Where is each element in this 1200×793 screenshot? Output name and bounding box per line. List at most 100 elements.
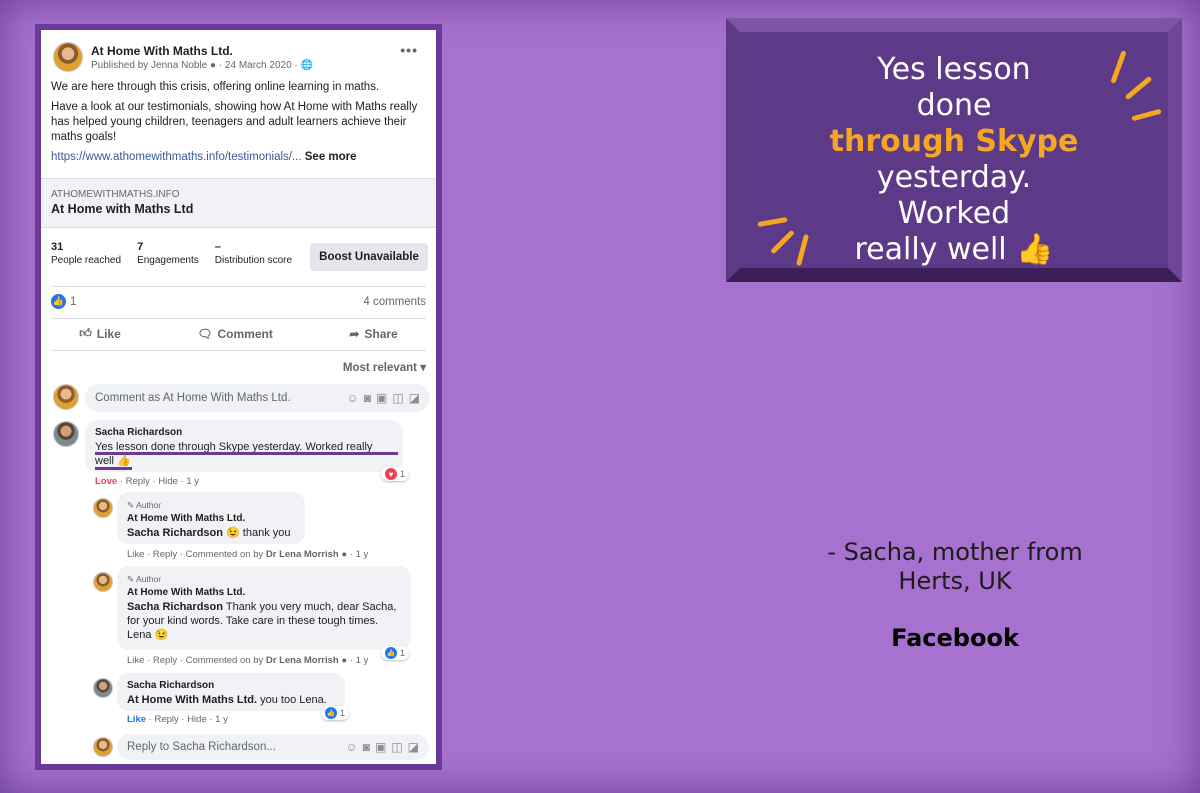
link-domain: ATHOMEWITHMATHS.INFO — [51, 189, 180, 200]
comment-author[interactable]: Sacha Richardson — [95, 426, 393, 440]
reply-placeholder: Reply to Sacha Richardson... — [127, 741, 276, 753]
post-insights: 31 People reached 7 Engagements – Distri… — [51, 241, 308, 266]
commenter-name[interactable]: Dr Lena Morrish — [266, 655, 339, 666]
reaction-count: 1 — [340, 708, 346, 718]
reply-input[interactable]: Reply to Sacha Richardson... ☺ ◙ ▣ ◫ ◪ — [117, 734, 429, 760]
pencil-icon: ✎ — [127, 500, 135, 510]
emoji-icon[interactable]: ☺ — [346, 391, 358, 405]
reply-author[interactable]: Sacha Richardson — [127, 679, 335, 693]
reply-author[interactable]: At Home With Maths Ltd. — [127, 512, 295, 526]
love-link[interactable]: Love — [95, 476, 117, 487]
page-name[interactable]: At Home With Maths Ltd. — [91, 44, 313, 58]
comment-meta: Love · Reply · Hide · 1 y — [95, 476, 199, 487]
reply-bubble: ✎ Author At Home With Maths Ltd. Sacha R… — [117, 566, 411, 650]
avatar-sticker-icon[interactable]: ◪ — [409, 391, 420, 405]
commenter-avatar — [53, 384, 79, 410]
comment-reaction[interactable]: ♥ 1 — [381, 467, 410, 481]
reply-time: · 1 y — [349, 549, 369, 560]
quote-panel: Yes lesson done through Skype yesterday.… — [726, 18, 1182, 282]
like-link[interactable]: Like — [127, 714, 146, 725]
comment-actions[interactable]: · Reply · Hide · 1 y — [120, 476, 199, 487]
sticker-icon[interactable]: ◫ — [392, 391, 403, 405]
like-reaction-icon: 👍 — [325, 707, 337, 719]
post-body: We are here through this crisis, offerin… — [51, 80, 431, 170]
reply-author[interactable]: At Home With Maths Ltd. — [127, 586, 401, 600]
reply-tools: ☺ ◙ ▣ ◫ ◪ — [345, 740, 419, 754]
reply-meta: Like · Reply · Hide · 1 y — [127, 714, 228, 725]
reply-reaction[interactable]: 👍 1 — [321, 706, 350, 720]
globe-icon: 🌐 — [300, 59, 313, 71]
page-avatar-small[interactable] — [93, 498, 113, 518]
published-by: Published by Jenna Noble — [91, 59, 208, 71]
commenter-name[interactable]: Dr Lena Morrish — [266, 549, 339, 560]
mention-link[interactable]: At Home With Maths Ltd. — [127, 694, 257, 706]
author-label: Author — [136, 500, 162, 510]
reply-meta: Like · Reply · Commented on by Dr Lena M… — [127, 549, 368, 560]
sacha-avatar[interactable] — [53, 421, 79, 447]
reply-bubble: Sacha Richardson At Home With Maths Ltd.… — [117, 673, 345, 711]
attribution-line: - Sacha, mother from — [827, 538, 1083, 566]
stat-engagements: 7 Engagements — [137, 241, 199, 266]
sacha-avatar-small[interactable] — [93, 678, 113, 698]
sort-dropdown[interactable]: Most relevant ▾ — [343, 360, 426, 374]
facebook-post-card: At Home With Maths Ltd. Published by Jen… — [41, 30, 436, 764]
camera-icon[interactable]: ◙ — [363, 740, 370, 754]
stat-distribution-score: – Distribution score — [215, 241, 292, 266]
comment-input[interactable]: Comment as At Home With Maths Ltd. ☺ ◙ ▣… — [85, 384, 430, 412]
divider — [51, 286, 426, 287]
link-preview[interactable]: ATHOMEWITHMATHS.INFO At Home with Maths … — [41, 178, 436, 228]
divider — [51, 350, 426, 351]
page-avatar-small[interactable] — [93, 572, 113, 592]
stat-label: Engagements — [137, 255, 199, 266]
emoji-icon[interactable]: ☺ — [345, 740, 357, 754]
stat-label: Distribution score — [214, 255, 293, 266]
camera-icon[interactable]: ◙ — [364, 391, 371, 405]
page-avatar[interactable] — [53, 42, 83, 72]
share-button[interactable]: ➦ Share — [349, 326, 397, 341]
mention-link[interactable]: Sacha Richardson — [127, 527, 223, 539]
quote-line: Yes lesson — [877, 52, 1031, 87]
comments-count[interactable]: 4 comments — [363, 296, 426, 308]
thumbs-up-icon: 👍︎ — [79, 326, 92, 340]
like-button[interactable]: 👍︎ Like — [79, 326, 121, 341]
post-paragraph-2: Have a look at our testimonials, showing… — [51, 101, 418, 143]
comment-label: Comment — [217, 326, 273, 341]
facebook-screenshot-frame: At Home With Maths Ltd. Published by Jen… — [35, 24, 442, 770]
stat-value: 31 — [51, 241, 64, 253]
testimonials-link[interactable]: https://www.athomewithmaths.info/testimo… — [51, 151, 302, 163]
gif-icon[interactable]: ▣ — [376, 391, 387, 405]
boost-button[interactable]: Boost Unavailable — [310, 243, 428, 271]
reply-meta: Like · Reply · Commented on by Dr Lena M… — [127, 655, 368, 666]
reply-text: Sacha Richardson Thank you very much, de… — [127, 600, 401, 642]
reply-body: 😉 thank you — [226, 527, 291, 539]
caret-down-icon: ▾ — [420, 362, 426, 374]
mention-link[interactable]: Sacha Richardson — [127, 601, 223, 613]
more-icon[interactable]: ••• — [400, 42, 418, 58]
page-avatar-small — [93, 737, 113, 757]
post-link-line: https://www.athomewithmaths.info/testimo… — [51, 150, 431, 165]
reply-bubble: ✎ Author At Home With Maths Ltd. Sacha R… — [117, 492, 305, 544]
heart-icon: ♥ — [385, 468, 397, 480]
like-reaction-icon[interactable]: 👍 — [51, 294, 66, 309]
reply-reaction[interactable]: 👍 1 — [381, 646, 410, 660]
quote-line: Worked — [897, 196, 1011, 231]
avatar-sticker-icon[interactable]: ◪ — [408, 740, 419, 754]
sticker-icon[interactable]: ◫ — [391, 740, 402, 754]
author-badge: ✎ Author — [127, 498, 295, 512]
thumbs-up-emoji: 👍 — [117, 455, 131, 467]
reply-actions[interactable]: Like · Reply · Commented on by — [127, 655, 263, 666]
reply-text: Sacha Richardson 😉 thank you — [127, 526, 295, 540]
reply-actions[interactable]: Like · Reply · Commented on by — [127, 549, 263, 560]
reaction-count[interactable]: 1 — [70, 296, 76, 308]
link-title: At Home with Maths Ltd — [51, 202, 194, 216]
see-more-link[interactable]: See more — [305, 151, 357, 163]
quote-highlight: through Skype — [829, 124, 1079, 159]
post-date[interactable]: 24 March 2020 — [225, 60, 292, 71]
gif-icon[interactable]: ▣ — [375, 740, 386, 754]
quote-line: done — [916, 88, 992, 123]
reply-actions[interactable]: · Reply · Hide · 1 y — [149, 714, 228, 725]
highlight-underline — [95, 467, 132, 470]
comment-button[interactable]: 🗨 Comment — [197, 326, 273, 341]
quote-line: really well — [854, 232, 1007, 267]
reply-time: · 1 y — [349, 655, 369, 666]
